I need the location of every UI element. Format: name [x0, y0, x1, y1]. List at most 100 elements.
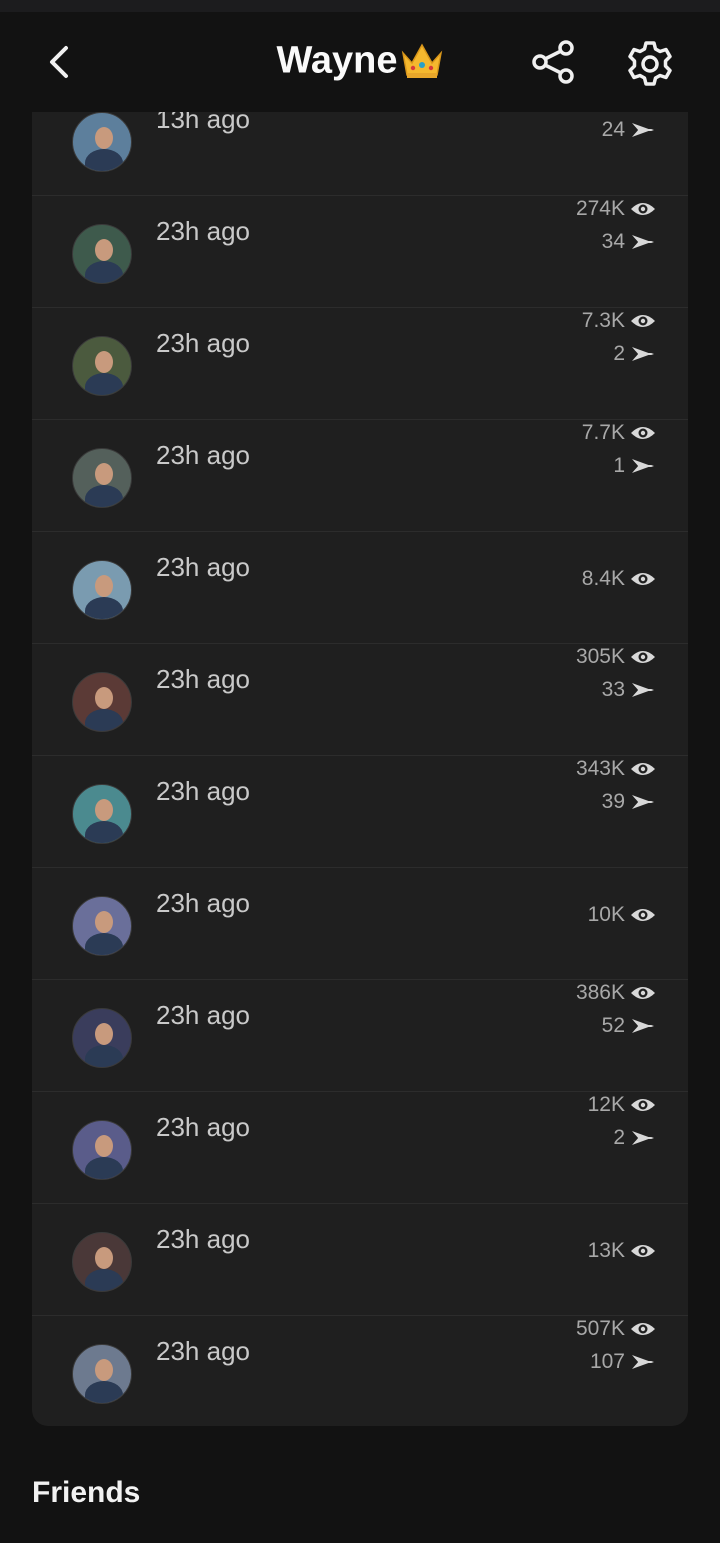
screenshots-value: 39 [601, 790, 625, 813]
views-count: 305K [576, 642, 656, 672]
views-value: 507K [575, 1317, 625, 1340]
story-stats: 343K 39 [506, 756, 656, 868]
story-row[interactable]: 23h ago 13K [32, 1204, 688, 1316]
story-time: 23h ago [156, 664, 250, 694]
eye-icon [631, 427, 655, 439]
views-count: 7.7K [582, 418, 656, 448]
story-row[interactable]: 23h ago 274K 34 [32, 196, 688, 308]
story-row[interactable]: 23h ago 8.4K [32, 532, 688, 644]
story-stats: 386K 52 [506, 980, 656, 1092]
screenshot-arrows-icon [632, 795, 654, 809]
screenshots-value: 1 [613, 454, 625, 477]
story-row[interactable]: 23h ago 12K 2 [32, 1092, 688, 1204]
views-value: 305K [575, 645, 625, 668]
eye-icon [631, 651, 655, 663]
views-count: 7.3K [582, 306, 656, 336]
story-thumbnail[interactable] [72, 336, 132, 396]
views-value: 7.7K [581, 421, 625, 444]
story-time: 23h ago [156, 888, 250, 918]
story-row[interactable]: 23h ago 7.3K 2 [32, 308, 688, 420]
story-stats: 13K [506, 1204, 656, 1316]
views-count: 10K [588, 900, 656, 930]
screenshots-count: 34 [602, 227, 656, 257]
story-time: 13h ago [156, 112, 250, 134]
views-count: 274K [576, 194, 656, 224]
page-title: Wayne [0, 38, 720, 82]
story-time: 23h ago [156, 1000, 250, 1030]
eye-icon [631, 909, 655, 921]
views-value: 13K [587, 1239, 625, 1262]
views-count: 386K [576, 978, 656, 1008]
story-stats: 12K 2 [506, 1092, 656, 1204]
views-value: 10K [587, 903, 625, 926]
views-count: 343K [576, 754, 656, 784]
screenshots-value: 33 [601, 678, 625, 701]
story-stats: 274K 34 [506, 196, 656, 308]
story-row[interactable]: 23h ago 10K [32, 868, 688, 980]
screenshots-count: 2 [613, 339, 656, 369]
friends-section-title: Friends [32, 1476, 141, 1509]
story-thumbnail[interactable] [72, 1120, 132, 1180]
story-thumbnail[interactable] [72, 112, 132, 172]
eye-icon [631, 203, 655, 215]
screenshot-arrows-icon [632, 235, 654, 249]
eye-icon [631, 1245, 655, 1257]
header: Wayne [0, 12, 720, 112]
story-time: 23h ago [156, 1336, 250, 1366]
story-time: 23h ago [156, 1112, 250, 1142]
screenshots-count: 2 [613, 1123, 656, 1153]
views-count: 13K [588, 1236, 656, 1266]
screenshots-value: 2 [613, 1126, 625, 1149]
story-time: 23h ago [156, 328, 250, 358]
screenshot-arrows-icon [632, 683, 654, 697]
story-thumbnail[interactable] [72, 672, 132, 732]
story-row[interactable]: 23h ago 7.7K 1 [32, 420, 688, 532]
views-value: 386K [575, 981, 625, 1004]
share-icon[interactable] [530, 40, 578, 84]
story-row[interactable]: 23h ago 507K 107 [32, 1316, 688, 1426]
gear-icon[interactable] [626, 40, 674, 88]
story-row[interactable]: 13h ago 184K24 [32, 112, 688, 196]
eye-icon [631, 315, 655, 327]
screenshots-count: 107 [590, 1347, 656, 1377]
views-value: 12K [587, 1093, 625, 1116]
screenshots-value: 107 [589, 1350, 625, 1373]
eye-icon [631, 987, 655, 999]
eye-icon [631, 1323, 655, 1335]
screenshot-arrows-icon [632, 1019, 654, 1033]
story-time: 23h ago [156, 776, 250, 806]
screenshot-arrows-icon [632, 347, 654, 361]
story-stats: 7.3K 2 [506, 308, 656, 420]
story-thumbnail[interactable] [72, 784, 132, 844]
eye-icon [631, 763, 655, 775]
story-row[interactable]: 23h ago 343K 39 [32, 756, 688, 868]
screenshots-value: 52 [601, 1014, 625, 1037]
story-thumbnail[interactable] [72, 448, 132, 508]
story-thumbnail[interactable] [72, 224, 132, 284]
story-thumbnail[interactable] [72, 560, 132, 620]
views-value: 343K [575, 757, 625, 780]
screenshots-count: 24 [602, 115, 656, 145]
story-row[interactable]: 23h ago 305K 33 [32, 644, 688, 756]
screenshots-value: 34 [601, 230, 625, 253]
eye-icon [631, 1099, 655, 1111]
story-thumbnail[interactable] [72, 1344, 132, 1404]
screenshots-value: 2 [613, 342, 625, 365]
story-row[interactable]: 23h ago 386K 52 [32, 980, 688, 1092]
screenshot-arrows-icon [632, 123, 654, 137]
story-stats: 305K 33 [506, 644, 656, 756]
story-thumbnail[interactable] [72, 896, 132, 956]
views-count: 8.4K [582, 564, 656, 594]
screenshots-count: 52 [602, 1011, 656, 1041]
eye-icon [631, 573, 655, 585]
screenshot-arrows-icon [632, 1131, 654, 1145]
story-stats: 8.4K [506, 532, 656, 644]
story-stats: 10K [506, 868, 656, 980]
screenshots-count: 1 [613, 451, 656, 481]
views-value: 274K [575, 197, 625, 220]
story-time: 23h ago [156, 552, 250, 582]
screenshot-arrows-icon [632, 1355, 654, 1369]
story-thumbnail[interactable] [72, 1008, 132, 1068]
story-thumbnail[interactable] [72, 1232, 132, 1292]
story-time: 23h ago [156, 1224, 250, 1254]
